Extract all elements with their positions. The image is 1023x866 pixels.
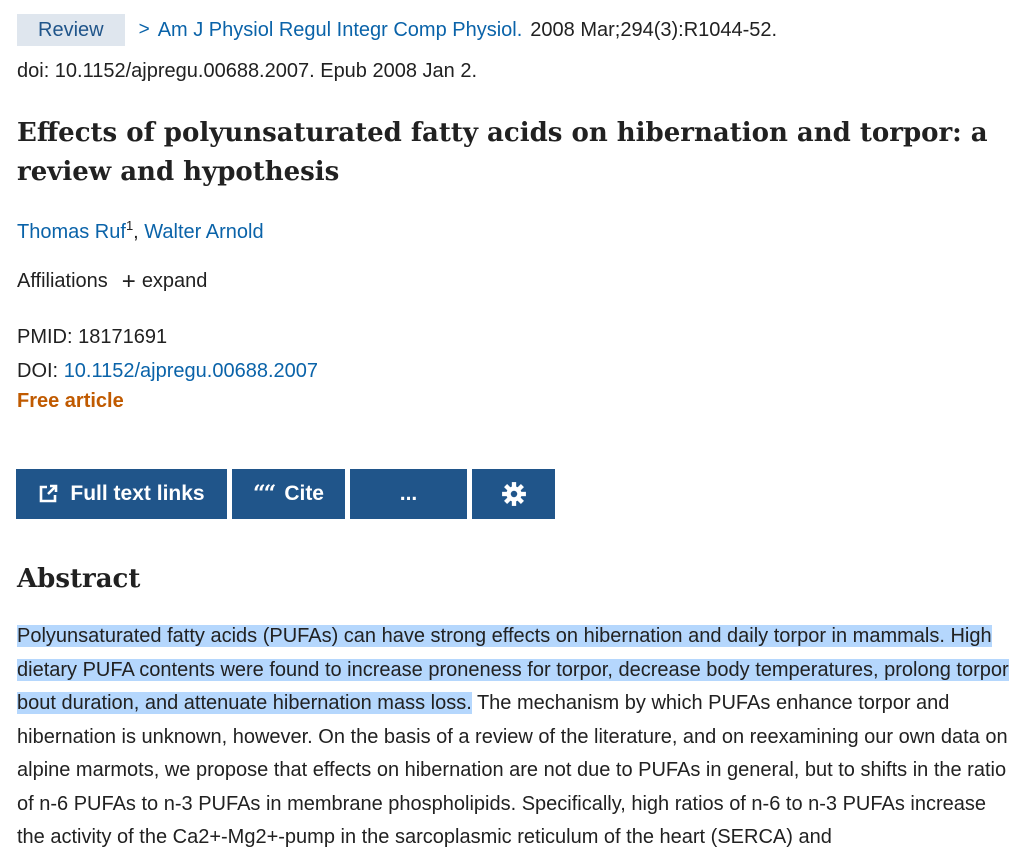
citation-row: Review > Am J Physiol Regul Integr Comp …: [17, 14, 777, 46]
full-text-links-label: Full text links: [70, 482, 205, 505]
quote-icon: ““: [253, 481, 276, 507]
cite-label: Cite: [284, 482, 324, 505]
pmid-value: 18171691: [78, 326, 168, 348]
plus-icon: +: [121, 267, 136, 295]
pmid-row: PMID: 18171691: [17, 320, 318, 354]
expand-label: expand: [141, 270, 208, 292]
abstract-heading: Abstract: [17, 564, 141, 594]
abstract-rest: The mechanism by which PUFAs enhance tor…: [17, 692, 1008, 848]
more-actions-button[interactable]: ...: [350, 469, 467, 519]
cite-button[interactable]: ““ Cite: [232, 469, 345, 519]
pmid-label: PMID:: [17, 326, 73, 348]
journal-link[interactable]: Am J Physiol Regul Integr Comp Physiol.: [158, 19, 523, 42]
doi-link[interactable]: 10.1152/ajpregu.00688.2007: [64, 360, 318, 382]
external-link-icon: [38, 484, 58, 504]
author-link[interactable]: Thomas Ruf: [17, 221, 126, 243]
article-title: Effects of polyunsaturated fatty acids o…: [17, 118, 988, 187]
author-list: Thomas Ruf1, Walter Arnold: [17, 218, 264, 244]
chevron-right-icon[interactable]: >: [139, 19, 150, 41]
gear-icon: [501, 481, 527, 507]
free-article-label: Free article: [17, 390, 124, 412]
full-text-links-button[interactable]: Full text links: [16, 469, 227, 519]
author-separator: ,: [133, 221, 139, 243]
citation-date: 2008 Mar;294(3):R1044-52.: [530, 18, 778, 41]
affiliations-toggle[interactable]: Affiliations + expand: [17, 267, 208, 295]
review-badge: Review: [17, 14, 125, 46]
doi-label: DOI:: [17, 360, 59, 382]
doi-row: DOI: 10.1152/ajpregu.00688.2007: [17, 354, 318, 388]
identifiers: PMID: 18171691 DOI: 10.1152/ajpregu.0068…: [17, 320, 318, 388]
abstract-text: Polyunsaturated fatty acids (PUFAs) can …: [17, 620, 1012, 855]
affiliations-label: Affiliations: [17, 270, 108, 292]
doi-epub: doi: 10.1152/ajpregu.00688.2007. Epub 20…: [17, 60, 478, 82]
settings-button[interactable]: [472, 469, 555, 519]
author-link[interactable]: Walter Arnold: [144, 221, 263, 243]
